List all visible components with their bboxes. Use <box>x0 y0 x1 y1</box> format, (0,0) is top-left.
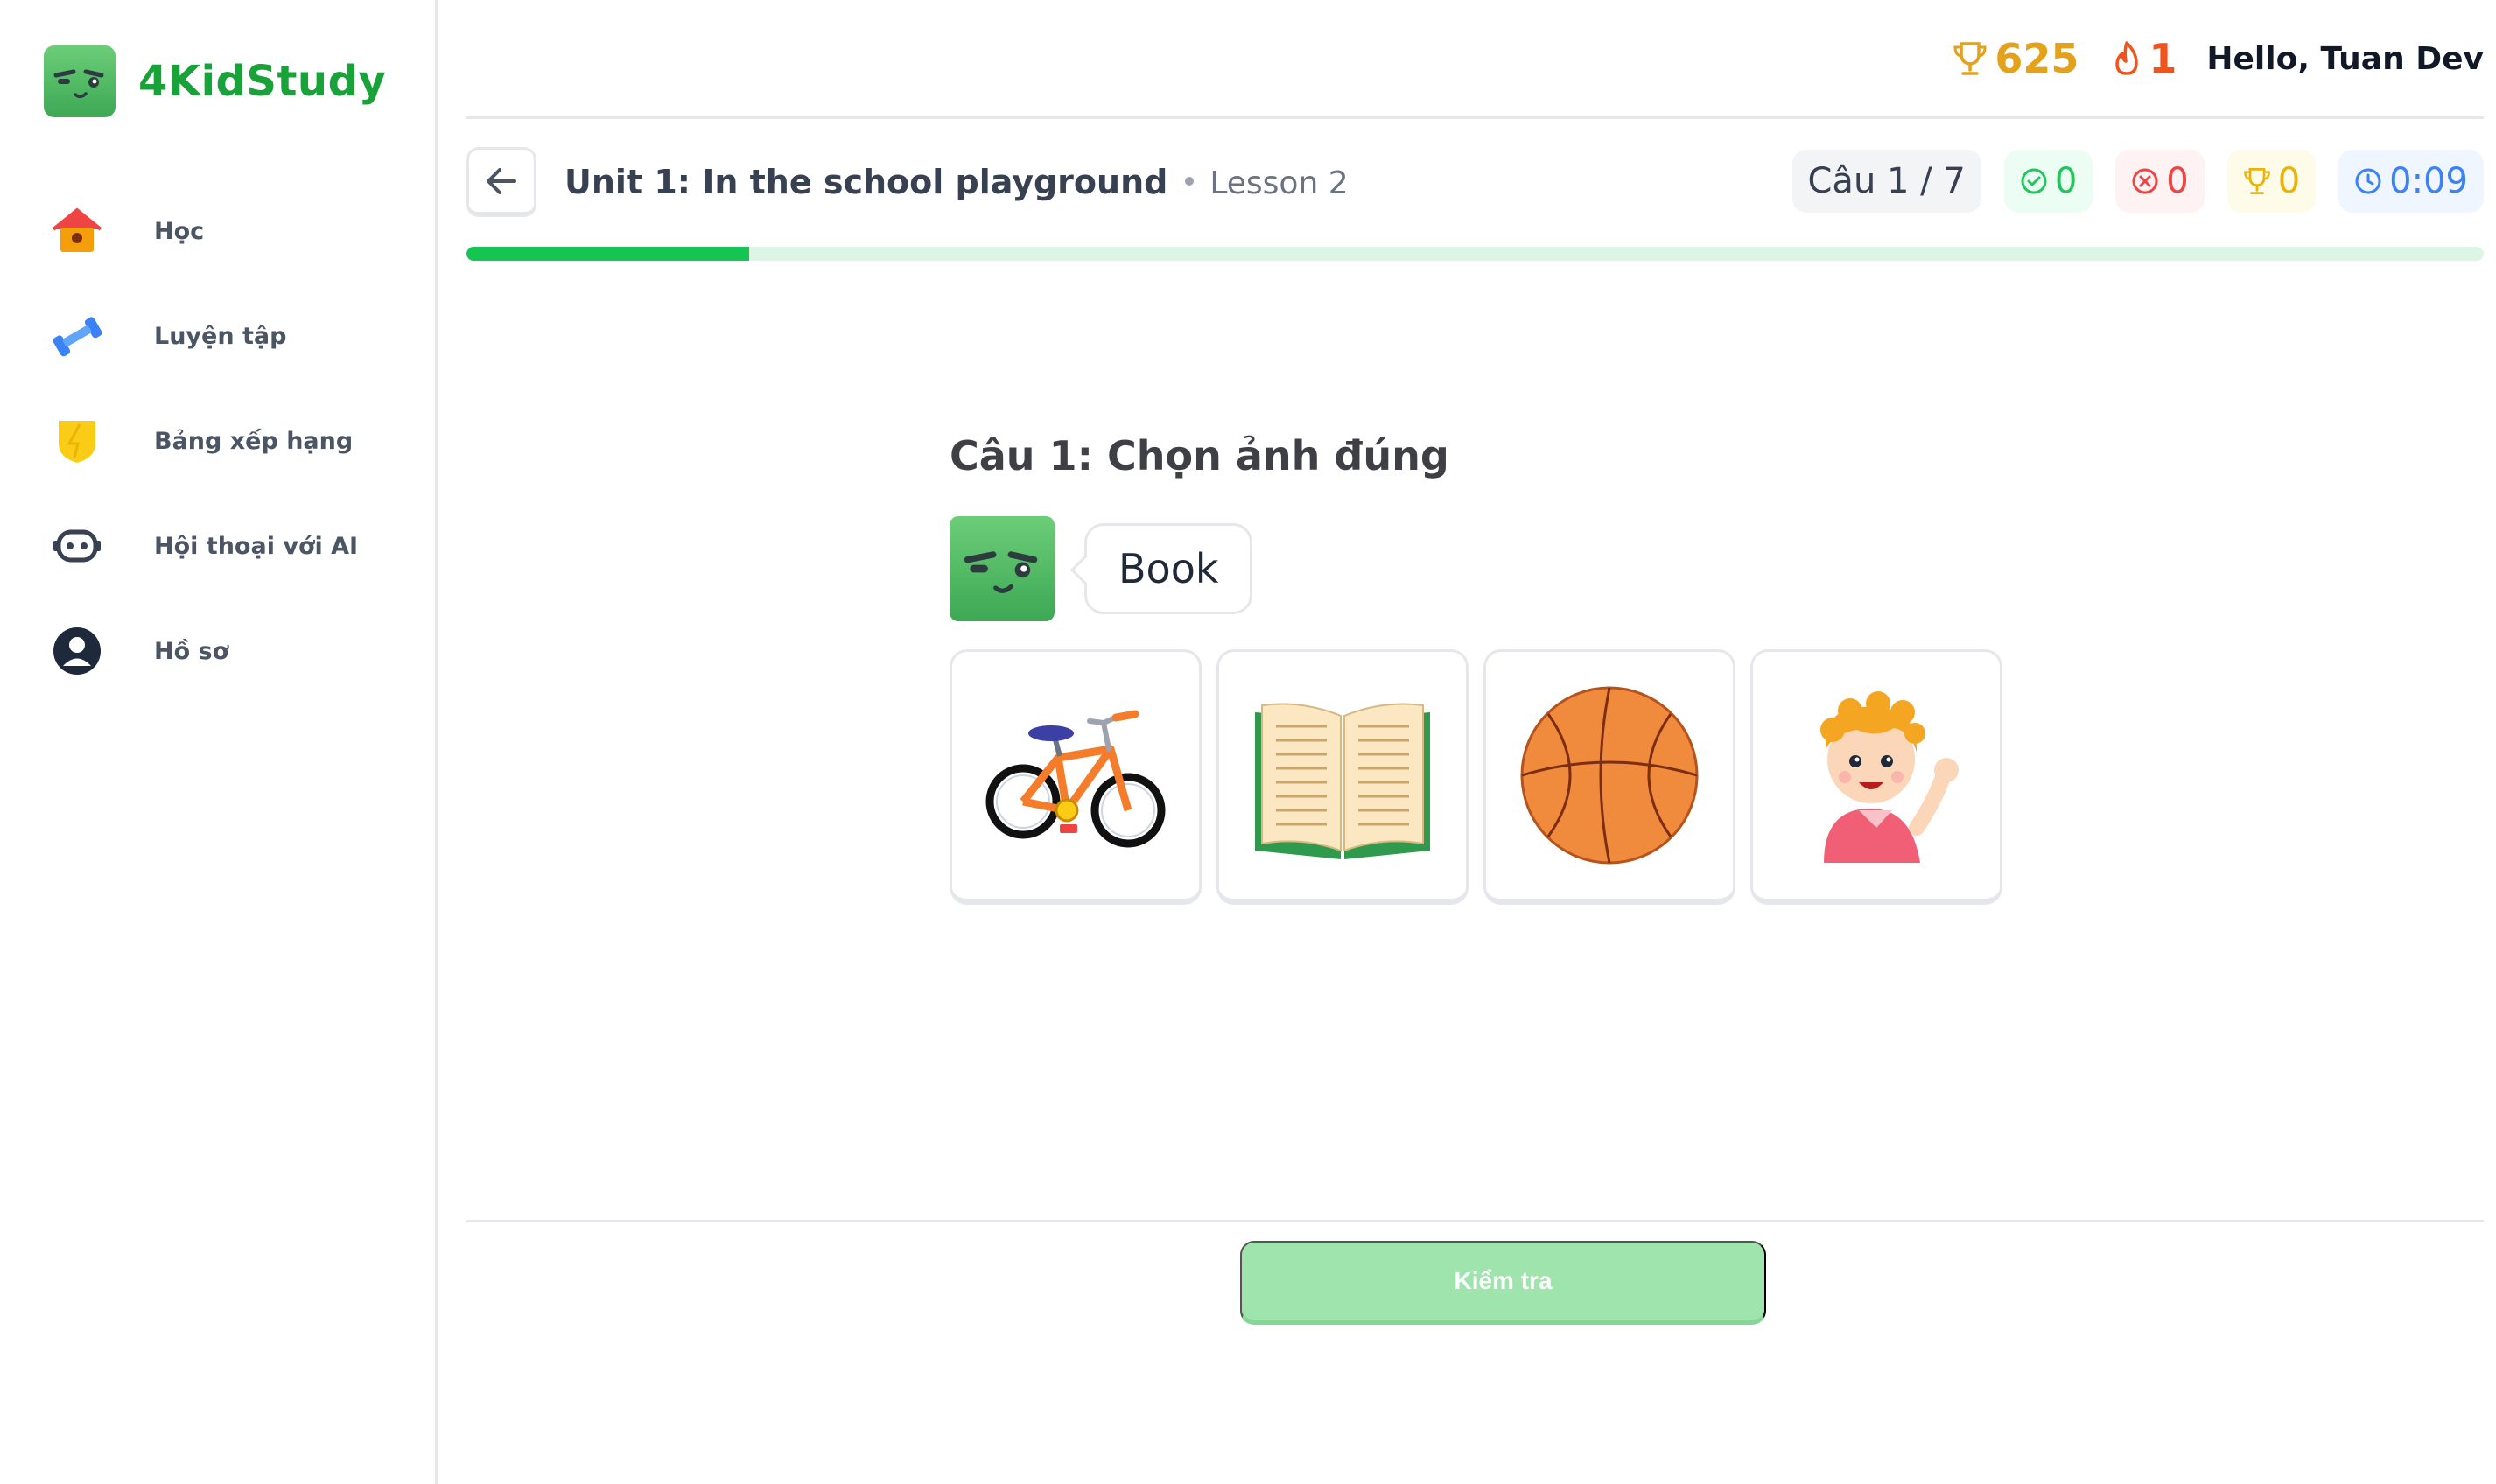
timer-value: 0:09 <box>2389 161 2468 201</box>
choice-card-1[interactable] <box>950 649 1202 905</box>
lesson-stats: Câu 1 / 7 0 0 0 0:09 <box>1770 150 2484 213</box>
unit-title: Unit 1: In the school playground <box>564 163 1168 201</box>
timer-badge: 0:09 <box>2338 150 2484 213</box>
house-icon <box>49 203 105 259</box>
clock-icon <box>2355 168 2381 194</box>
question-title: Câu 1: Chọn ảnh đúng <box>950 432 1449 480</box>
footer-divider <box>466 1220 2484 1222</box>
sidebar-item-label: Hồ sơ <box>154 637 229 665</box>
sidebar-item-label: Hội thoại với AI <box>154 532 359 560</box>
prompt-row: Book <box>950 516 1253 621</box>
robot-icon <box>49 518 105 574</box>
streak-count: 1 <box>2112 35 2177 82</box>
lesson-header: Unit 1: In the school playground Lesson 2… <box>466 147 2484 217</box>
answer-choices <box>950 649 2017 905</box>
sidebar-item-label: Luyện tập <box>154 322 287 350</box>
brand-name: 4KidStudy <box>138 57 387 106</box>
bicycle-image <box>985 710 1166 848</box>
waving-boy-image <box>1820 691 1959 863</box>
sidebar-item-bang-xep-hang[interactable]: Bảng xếp hạng <box>49 388 358 494</box>
lesson-progress-fill <box>466 247 749 261</box>
question-counter: Câu 1 / 7 <box>1791 150 1981 213</box>
user-stats: 625 1 Hello, Tuan Dev <box>1953 35 2484 82</box>
wrong-count-badge: 0 <box>2115 150 2205 213</box>
streak-value: 1 <box>2149 35 2177 82</box>
sidebar-item-hoc[interactable]: Học <box>49 178 358 284</box>
trophy-value: 625 <box>1995 35 2079 82</box>
open-book-image <box>1255 703 1430 859</box>
user-greeting[interactable]: Hello, Tuan Dev <box>2206 41 2484 77</box>
points-badge: 0 <box>2226 150 2317 213</box>
lesson-name: Lesson 2 <box>1209 165 1349 201</box>
basketball-image <box>1520 686 1699 864</box>
green-mascot-icon <box>950 516 1055 621</box>
sidebar-item-luyen-tap[interactable]: Luyện tập <box>49 284 358 388</box>
flame-icon <box>2115 41 2139 75</box>
sidebar: 4KidStudy Học Luyện tập Bảng xếp hạng Hộ… <box>0 0 438 1484</box>
choice-card-2[interactable] <box>1216 649 1469 905</box>
word-bubble[interactable]: Book <box>1084 523 1253 614</box>
arrow-left-icon <box>487 167 516 194</box>
sidebar-nav: Học Luyện tập Bảng xếp hạng Hội thoại vớ… <box>49 178 358 704</box>
choice-card-3[interactable] <box>1483 649 1735 905</box>
user-icon <box>49 623 105 679</box>
trophy-icon <box>2243 168 2270 194</box>
points-count: 0 <box>2277 161 2301 201</box>
correct-count: 0 <box>2054 161 2078 201</box>
dumbbell-icon <box>49 308 105 364</box>
separator-dot <box>1185 176 1195 186</box>
back-button[interactable] <box>466 147 536 217</box>
trophy-icon <box>1953 42 1987 75</box>
lesson-title: Unit 1: In the school playground Lesson 2 <box>564 163 1349 201</box>
sidebar-item-label: Bảng xếp hạng <box>154 427 354 455</box>
sidebar-item-label: Học <box>154 217 205 245</box>
check-answer-button[interactable]: Kiểm tra <box>1240 1241 1766 1325</box>
x-circle-icon <box>2132 168 2158 194</box>
top-bar: 625 1 Hello, Tuan Dev <box>466 0 2484 119</box>
sidebar-item-hoi-thoai-ai[interactable]: Hội thoại với AI <box>49 494 358 598</box>
green-mascot-icon <box>44 46 116 117</box>
brand-logo[interactable]: 4KidStudy <box>44 46 386 117</box>
wrong-count: 0 <box>2166 161 2189 201</box>
lesson-progress-bar <box>466 247 2484 261</box>
check-circle-icon <box>2021 168 2047 194</box>
trophy-count: 625 <box>1953 35 2079 82</box>
target-word: Book <box>1118 545 1219 592</box>
choice-card-4[interactable] <box>1750 649 2002 905</box>
correct-count-badge: 0 <box>2003 150 2093 213</box>
sidebar-item-ho-so[interactable]: Hồ sơ <box>49 598 358 704</box>
shield-icon <box>49 413 105 469</box>
